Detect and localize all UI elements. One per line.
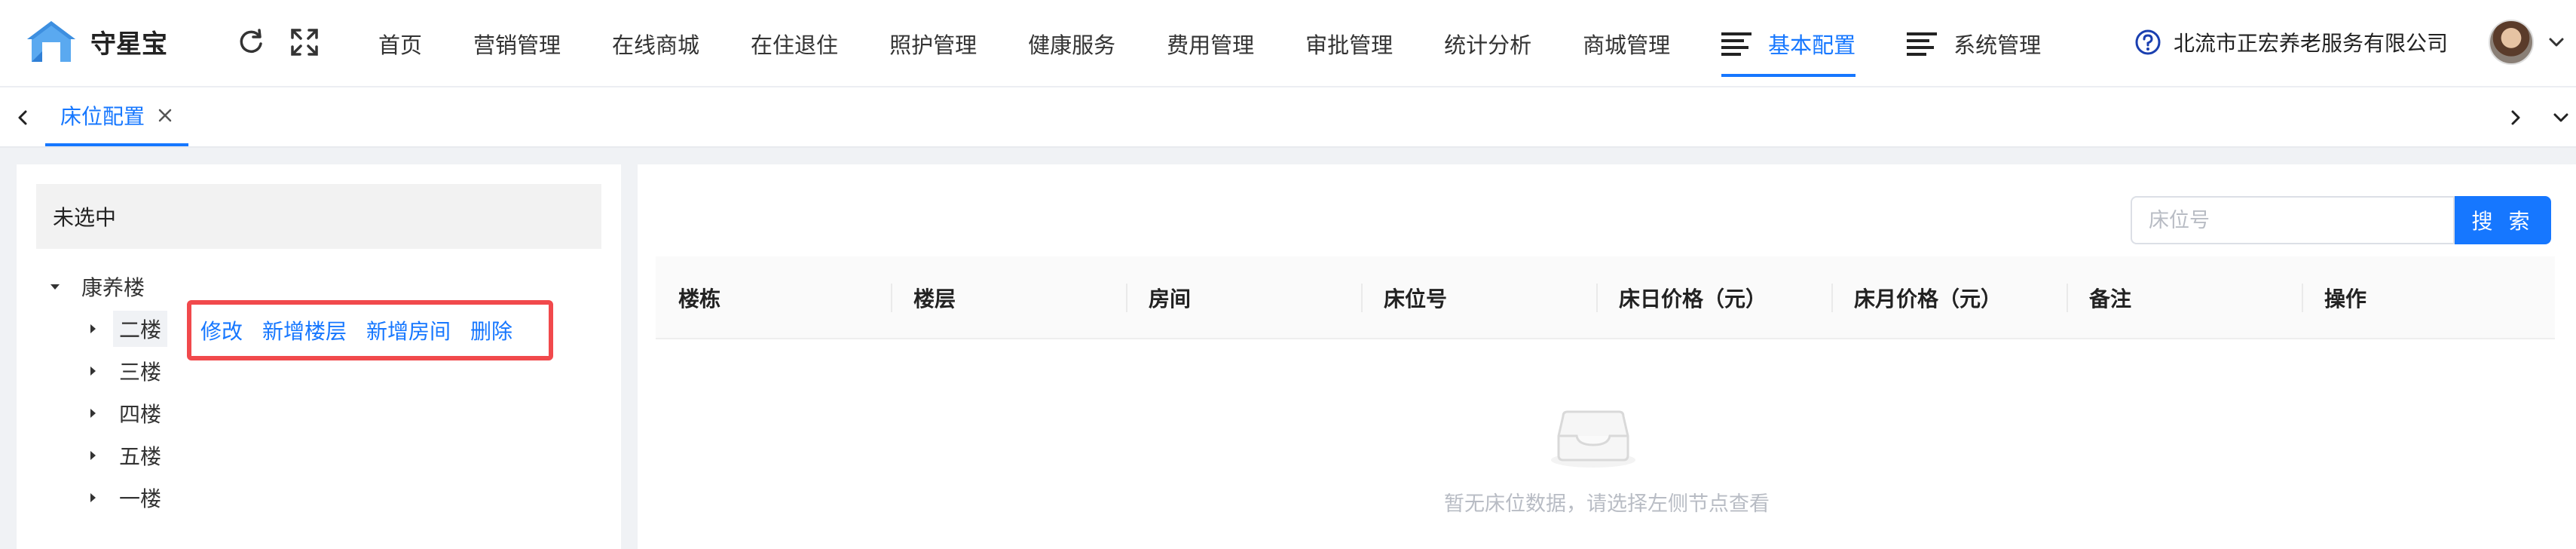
- menu-lines-icon: [1721, 32, 1752, 56]
- nav-item-online-mall[interactable]: 在线商城: [586, 0, 725, 87]
- node-actions-popover: 修改 新增楼层 新增房间 删除: [187, 300, 553, 360]
- tree-node-floor[interactable]: 二楼: [86, 309, 168, 348]
- nav-item-fees[interactable]: 费用管理: [1141, 0, 1280, 87]
- nav-item-statistics[interactable]: 统计分析: [1418, 0, 1557, 87]
- tree-node-floor[interactable]: 三楼: [86, 351, 167, 391]
- search-button[interactable]: 搜 索: [2455, 196, 2551, 244]
- user-menu[interactable]: [2489, 20, 2565, 65]
- column-header-actions: 操作: [2302, 256, 2537, 339]
- column-header-floor: 楼层: [891, 256, 1126, 339]
- empty-state-text: 暂无床位数据，请选择左侧节点查看: [1444, 492, 1770, 516]
- organization-info[interactable]: 北流市正宏养老服务有限公司: [2134, 27, 2448, 57]
- tab-bed-config[interactable]: 床位配置: [45, 87, 189, 146]
- caret-right-icon[interactable]: [86, 491, 99, 505]
- chevron-left-icon[interactable]: [14, 109, 32, 127]
- caret-down-icon[interactable]: [48, 280, 62, 293]
- help-icon: [2135, 29, 2161, 55]
- column-header-room: 房间: [1126, 256, 1361, 339]
- bed-list-panel: 搜 索 楼栋 楼层 房间 床位号 床日价格（元） 床月价格（元） 备注 操作 暂…: [638, 164, 2576, 549]
- nav-item-basic-config[interactable]: 基本配置: [1696, 0, 1881, 87]
- nav-item-mall-management[interactable]: 商城管理: [1557, 0, 1696, 87]
- caret-right-icon[interactable]: [86, 449, 99, 462]
- delete-button[interactable]: 删除: [470, 315, 512, 345]
- nav-item-approval[interactable]: 审批管理: [1280, 0, 1418, 87]
- column-header-remarks: 备注: [2067, 256, 2302, 339]
- tree-node-root[interactable]: 康养楼: [48, 267, 151, 306]
- caret-right-icon[interactable]: [86, 322, 99, 336]
- app-logo[interactable]: 守星宝: [24, 18, 167, 65]
- chevron-down-icon: [2549, 38, 2564, 47]
- add-floor-button[interactable]: 新增楼层: [262, 315, 347, 345]
- main-nav: 首页 营销管理 在线商城 在住退住 照护管理 健康服务 费用管理 审批管理 统计…: [353, 0, 2067, 87]
- menu-lines-icon: [1907, 32, 1938, 56]
- building-tree-panel: 未选中 康养楼 二楼 修改 新增楼层 新增房间 删除 三楼 四楼 五楼 一楼: [17, 164, 621, 549]
- selection-status: 未选中: [36, 184, 601, 249]
- organization-name: 北流市正宏养老服务有限公司: [2174, 31, 2449, 56]
- column-header-building: 楼栋: [678, 287, 721, 311]
- logo-house-icon: [27, 21, 75, 62]
- tree-node-floor[interactable]: 四楼: [86, 394, 167, 433]
- column-header-daily-price: 床日价格（元）: [1596, 256, 1831, 339]
- avatar: [2489, 20, 2534, 65]
- edit-button[interactable]: 修改: [200, 315, 243, 345]
- tab-bar: 床位配置: [0, 87, 2576, 148]
- tree-node-floor[interactable]: 一楼: [86, 478, 167, 517]
- nav-item-marketing[interactable]: 营销管理: [448, 0, 586, 87]
- nav-item-checkin-checkout[interactable]: 在住退住: [725, 0, 864, 87]
- nav-item-health[interactable]: 健康服务: [1002, 0, 1141, 87]
- nav-item-home[interactable]: 首页: [353, 0, 448, 87]
- caret-right-icon[interactable]: [86, 364, 99, 378]
- column-header-bed-number: 床位号: [1361, 256, 1596, 339]
- chevron-down-icon[interactable]: [2552, 109, 2570, 127]
- app-name: 守星宝: [90, 29, 167, 60]
- nav-item-system[interactable]: 系统管理: [1881, 0, 2067, 87]
- chevron-right-icon[interactable]: [2507, 109, 2525, 127]
- fullscreen-icon[interactable]: [288, 26, 321, 59]
- caret-right-icon[interactable]: [86, 406, 99, 420]
- column-header-monthly-price: 床月价格（元）: [1831, 256, 2067, 339]
- bed-number-search-input[interactable]: [2131, 196, 2455, 244]
- table-header: 楼栋 楼层 房间 床位号 床日价格（元） 床月价格（元） 备注 操作: [656, 256, 2555, 339]
- nav-item-care[interactable]: 照护管理: [864, 0, 1002, 87]
- tree-node-floor[interactable]: 五楼: [86, 436, 167, 475]
- top-header: 守星宝 首页 营销管理 在线商城 在住退住 照护管理 健康服务 费用管理 审批管…: [0, 0, 2576, 87]
- empty-inbox-icon: [1551, 410, 1635, 468]
- close-icon[interactable]: [157, 107, 173, 124]
- refresh-icon[interactable]: [234, 26, 267, 59]
- add-room-button[interactable]: 新增房间: [366, 315, 451, 345]
